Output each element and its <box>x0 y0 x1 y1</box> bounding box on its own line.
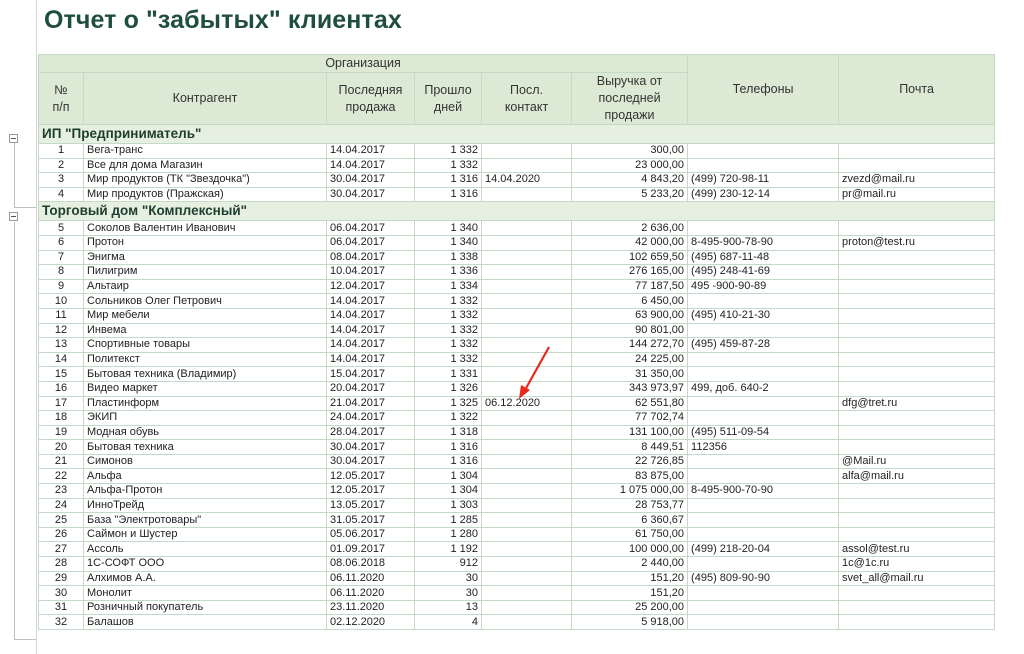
annotation-arrow-icon <box>519 346 550 399</box>
